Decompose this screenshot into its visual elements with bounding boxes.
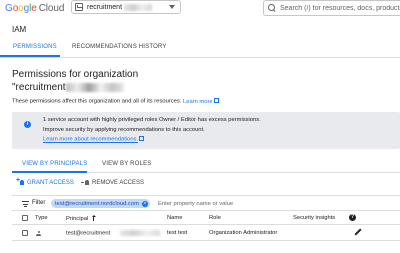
row-checkbox[interactable]: [22, 230, 28, 236]
project-name: recruitment: [87, 3, 123, 11]
learn-more-link[interactable]: Learn more: [183, 98, 219, 105]
row-principal: test@recruitment: [66, 230, 161, 237]
active-tab-indicator: [0, 55, 60, 57]
filter-input[interactable]: [158, 199, 298, 208]
row-name: test test: [167, 230, 188, 236]
column-type[interactable]: Type: [35, 215, 48, 221]
chevron-down-icon: [169, 5, 175, 9]
project-picker[interactable]: recruitment: [71, 0, 181, 14]
view-tabs: VIEW BY PRINCIPALS VIEW BY ROLES: [12, 156, 400, 173]
column-security-insights[interactable]: Security insights: [293, 215, 335, 221]
search-input[interactable]: [280, 4, 400, 12]
project-icon: [75, 3, 83, 11]
grant-access-button[interactable]: GRANT ACCESS: [16, 177, 74, 186]
person-icon: [36, 231, 41, 236]
redacted-text: [120, 230, 161, 236]
top-bar: Google Cloud recruitment: [0, 0, 400, 17]
recommendation-banner: i 1 service account with highly privileg…: [12, 112, 400, 149]
redacted-text: [124, 3, 153, 11]
external-link-icon: [139, 136, 145, 141]
help-icon[interactable]: ?: [349, 214, 356, 221]
tab-view-by-roles[interactable]: VIEW BY ROLES: [102, 161, 152, 167]
person-remove-icon: [81, 180, 89, 186]
permissions-heading: Permissions for organization: [12, 69, 139, 80]
search-icon: [268, 4, 276, 12]
permissions-description: These permissions affect this organizati…: [12, 98, 219, 105]
table-row: test@recruitment test test Organization …: [12, 226, 400, 241]
row-role: Organization Administrator: [209, 230, 278, 236]
external-link-icon: [213, 98, 219, 103]
banner-line-1: 1 service account with highly privileged…: [43, 117, 261, 123]
tab-view-by-principals[interactable]: VIEW BY PRINCIPALS: [22, 161, 87, 167]
banner-line-2: Improve security by applying recommendat…: [43, 127, 205, 133]
column-role[interactable]: Role: [209, 215, 221, 221]
close-icon[interactable]: ×: [141, 200, 148, 207]
remove-access-button[interactable]: REMOVE ACCESS: [81, 180, 144, 186]
tab-recommendations-history[interactable]: RECOMMENDATIONS HISTORY: [72, 44, 167, 50]
sort-arrow-up-icon: [91, 215, 96, 221]
filter-icon[interactable]: [22, 201, 29, 207]
table-header: Type Principal Name Role Security insigh…: [12, 212, 400, 225]
search-box[interactable]: [263, 0, 400, 16]
page-title: IAM: [12, 25, 27, 34]
banner-link-row: Learn more about recommendations.: [43, 136, 145, 143]
redacted-text: [65, 82, 124, 92]
tab-permissions[interactable]: PERMISSIONS: [13, 44, 57, 50]
filter-bar: Filter test@recruitment.nordcloud.com ×: [12, 195, 400, 211]
main-tabs: PERMISSIONS RECOMMENDATIONS HISTORY: [0, 40, 400, 58]
select-all-checkbox[interactable]: [22, 215, 28, 221]
active-subtab-indicator: [12, 171, 87, 173]
action-bar: GRANT ACCESS REMOVE ACCESS: [12, 177, 212, 189]
info-icon: i: [24, 121, 31, 128]
person-add-icon: [16, 177, 24, 186]
column-principal[interactable]: Principal: [66, 215, 96, 222]
organization-name: "recruitment: [12, 82, 124, 94]
filter-chip[interactable]: test@recruitment.nordcloud.com ×: [51, 199, 150, 208]
edit-pencil-icon[interactable]: [354, 229, 361, 236]
learn-more-recommendations-link[interactable]: Learn more about recommendations.: [43, 137, 138, 143]
column-name[interactable]: Name: [167, 215, 182, 221]
filter-label: Filter: [32, 200, 46, 206]
google-cloud-logo[interactable]: Google Cloud: [5, 3, 64, 14]
